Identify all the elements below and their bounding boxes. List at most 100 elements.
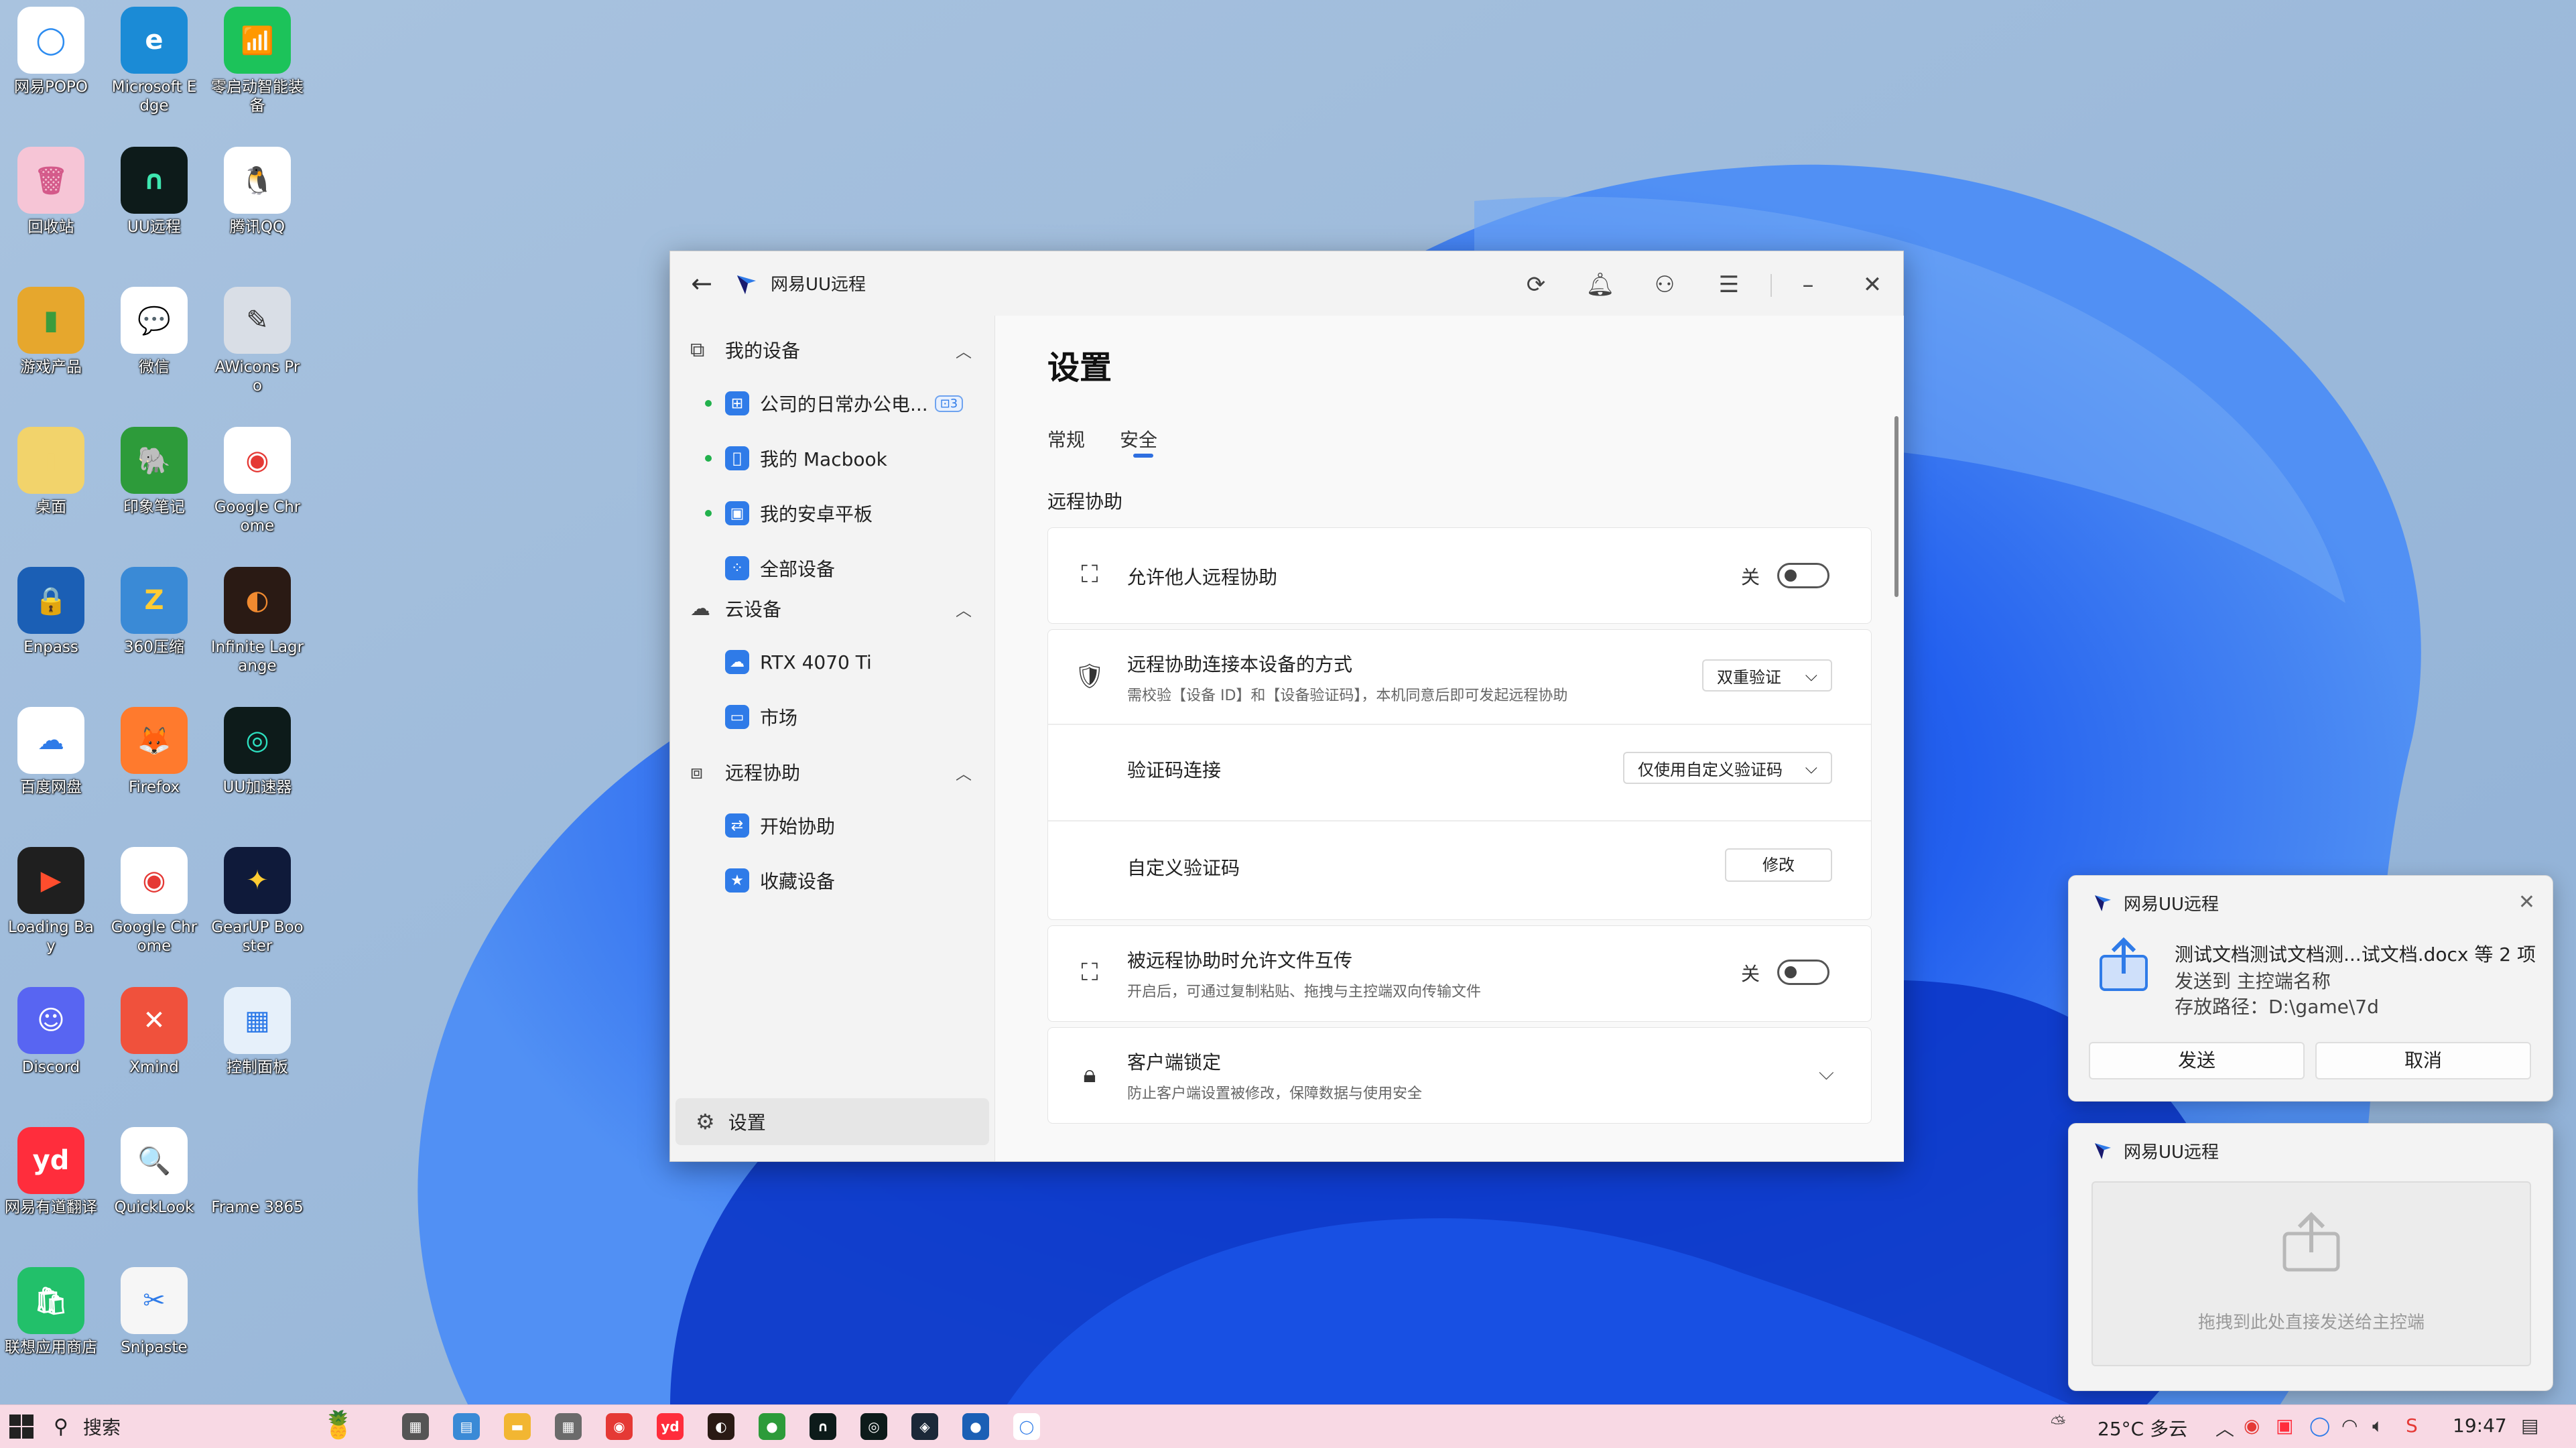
chrome-tray-icon[interactable]: ◉	[2244, 1414, 2260, 1437]
volume-icon[interactable]: 🔈︎	[2372, 1414, 2384, 1437]
tab-general[interactable]: 常规	[1047, 425, 1085, 452]
sidebar-group-cloud-devices[interactable]: ☁ 云设备 ︿	[684, 585, 985, 632]
connect-method-dropdown[interactable]: 双重验证 ⌵	[1702, 659, 1832, 692]
window-title: 网易UU远程	[771, 275, 866, 295]
sidebar-group-my-devices[interactable]: ⧉ 我的设备 ︿	[684, 326, 985, 373]
tab-security[interactable]: 安全	[1120, 425, 1157, 452]
taskbar-app-youdao[interactable]: yd	[657, 1413, 684, 1440]
youdao-tray-icon[interactable]: ▣	[2276, 1414, 2293, 1437]
app-icon: ◎	[224, 707, 291, 774]
desktop-icon[interactable]: ☺ Discord	[4, 980, 98, 1114]
taskbar-search[interactable]: ⚲ 搜索	[54, 1410, 121, 1443]
taskbar-app-chrome[interactable]: ◉	[606, 1413, 633, 1440]
close-button[interactable]: ✕	[1854, 266, 1891, 304]
code-connect-dropdown[interactable]: 仅使用自定义验证码 ⌵	[1623, 752, 1832, 784]
refresh-icon[interactable]: ⟳	[1517, 266, 1555, 304]
sidebar-item[interactable]: ▣ 我的安卓平板	[684, 490, 985, 537]
bell-icon[interactable]: 🔔︎	[1582, 266, 1619, 304]
desktop-icon[interactable]: ▦ 控制面板	[210, 980, 304, 1114]
account-icon[interactable]: ⚇	[1646, 266, 1683, 304]
sidebar-item[interactable]: ⊞ 公司的日常办公电... ⊡3	[684, 380, 985, 427]
taskbar-app-app-green[interactable]: ●	[759, 1413, 785, 1440]
desktop-icon[interactable]: ✎ AWicons Pro	[210, 280, 304, 414]
desktop-icon[interactable]: ◉ Google Chrome	[210, 420, 304, 554]
desktop-icon[interactable]: Frame 3865	[210, 1120, 304, 1254]
desktop-icon[interactable]: Z 360压缩	[107, 560, 201, 694]
desktop-icon[interactable]: 🦊 Firefox	[107, 700, 201, 834]
desktop-icon[interactable]: ∩ UU远程	[107, 140, 201, 274]
sidebar-item[interactable]: ▭ 市场	[684, 694, 985, 740]
windows-start-icon[interactable]	[8, 1413, 35, 1440]
desktop-icon[interactable]: ✂ Snipaste	[107, 1260, 201, 1394]
desktop-icon[interactable]: 🐘 印象笔记	[107, 420, 201, 554]
desktop-icon[interactable]: ✕ Xmind	[107, 980, 201, 1114]
chevron-down-icon[interactable]: ⌵	[1819, 1061, 1834, 1085]
back-arrow-icon[interactable]: ←	[685, 267, 718, 301]
file-transfer-toggle[interactable]	[1777, 960, 1829, 985]
file-drop-zone[interactable]: 拖拽到此处直接发送给主控端	[2091, 1181, 2531, 1366]
chevron-up-icon[interactable]: ︿	[956, 597, 972, 620]
taskbar-app-app-dark[interactable]: ◐	[708, 1413, 734, 1440]
desktop-icon[interactable]: 🛍 联想应用商店	[4, 1260, 98, 1394]
taskbar-app-steam[interactable]: ◈	[911, 1413, 938, 1440]
title-bar[interactable]: ← 网易UU远程 ⟳ 🔔︎ ⚇ ☰ – ✕	[670, 251, 1903, 316]
menu-icon[interactable]: ☰	[1710, 266, 1748, 304]
client-lock-card[interactable]: 🔒︎ 客户端锁定 防止客户端设置被修改，保障数据与使用安全 ⌵	[1047, 1027, 1872, 1124]
taskbar-app-uu-remote[interactable]: ∩	[810, 1413, 836, 1440]
desktop-icon[interactable]: ◉ Google Chrome	[107, 840, 201, 974]
desktop-icon[interactable]: 🔍 QuickLook	[107, 1120, 201, 1254]
chevron-up-icon[interactable]: ︿	[956, 761, 972, 784]
desktop-icon[interactable]: 🐧 腾讯QQ	[210, 140, 304, 274]
desktop-icon[interactable]: ▮ 游戏产品	[4, 280, 98, 414]
desktop-icon[interactable]: 💬 微信	[107, 280, 201, 414]
taskbar-app-uu-booster[interactable]: ◎	[860, 1413, 887, 1440]
scrollbar[interactable]	[1894, 416, 1898, 597]
app-tray-icon[interactable]: S	[2406, 1414, 2418, 1437]
desktop-icon[interactable]: ▯ 桌面	[4, 420, 98, 554]
weather-icon[interactable]: ⛅︎	[2051, 1412, 2065, 1435]
taskbar-app-popo[interactable]: ◯	[1013, 1413, 1040, 1440]
popo-tray-icon[interactable]: ◯	[2309, 1414, 2330, 1437]
file-transfer-desc: 开启后，可通过复制粘贴、拖拽与主控端双向传输文件	[1127, 984, 1482, 1000]
desktop-icon[interactable]: yd 网易有道翻译	[4, 1120, 98, 1254]
desktop-icon[interactable]: ◯ 网易POPO	[4, 0, 98, 134]
chevron-up-icon[interactable]: ︿	[956, 338, 972, 362]
device-icon: ⊞	[725, 391, 749, 415]
fruit-widget-icon[interactable]: 🍍	[322, 1409, 355, 1441]
desktop-icon[interactable]: 🗑 回收站	[4, 140, 98, 274]
sidebar-item-settings[interactable]: ⚙ 设置	[675, 1098, 989, 1145]
weather-text[interactable]: 25°C 多云	[2098, 1414, 2187, 1441]
taskbar-app-enpass[interactable]: ●	[962, 1413, 989, 1440]
modify-button[interactable]: 修改	[1725, 848, 1832, 882]
desktop-icon[interactable]: ◎ UU加速器	[210, 700, 304, 834]
desktop-icon[interactable]: ☁ 百度网盘	[4, 700, 98, 834]
desktop-icon[interactable]: e Microsoft Edge	[107, 0, 201, 134]
sidebar-group-remote-assist[interactable]: ⧈ 远程协助 ︿	[684, 748, 985, 795]
chevron-up-icon[interactable]: ︿	[2215, 1414, 2234, 1441]
clock-time[interactable]: 19:47	[2453, 1414, 2507, 1437]
sidebar-item-label: 公司的日常办公电...	[760, 393, 928, 415]
close-icon[interactable]: ✕	[2518, 891, 2535, 914]
cancel-button[interactable]: 取消	[2315, 1042, 2531, 1079]
allow-remote-toggle[interactable]	[1777, 563, 1829, 588]
desktop-icon[interactable]: 🔒 Enpass	[4, 560, 98, 694]
notification-center-icon[interactable]: ▤	[2521, 1414, 2538, 1437]
taskbar-app-calculator[interactable]: ▦	[555, 1413, 582, 1440]
sidebar-item[interactable]:  我的 Macbook	[684, 435, 985, 482]
connect-method-title: 远程协助连接本设备的方式	[1127, 653, 1353, 675]
desktop-icon[interactable]: ✦ GearUP Booster	[210, 840, 304, 974]
desktop-icon[interactable]: ◐ Infinite Lagrange	[210, 560, 304, 694]
desktop-icon[interactable]: ▶ Loading Bay	[4, 840, 98, 974]
sidebar-item[interactable]: ⁘ 全部设备	[684, 545, 985, 592]
send-button[interactable]: 发送	[2089, 1042, 2305, 1079]
desktop-icon[interactable]: 📶 零启动智能装备	[210, 0, 304, 134]
sidebar-item[interactable]: ☁ RTX 4070 Ti	[684, 639, 985, 685]
minimize-button[interactable]: –	[1789, 266, 1827, 304]
sidebar-item[interactable]: ★ 收藏设备	[684, 857, 985, 904]
taskbar-app-task-view[interactable]: ▦	[402, 1413, 429, 1440]
sidebar-item[interactable]: ⇄ 开始协助	[684, 802, 985, 849]
wifi-icon[interactable]: ◠	[2341, 1414, 2358, 1437]
taskbar-app-control-panel[interactable]: ▤	[453, 1413, 480, 1440]
online-status-dot	[705, 455, 712, 462]
taskbar-app-file-explorer[interactable]: ▬	[504, 1413, 531, 1440]
